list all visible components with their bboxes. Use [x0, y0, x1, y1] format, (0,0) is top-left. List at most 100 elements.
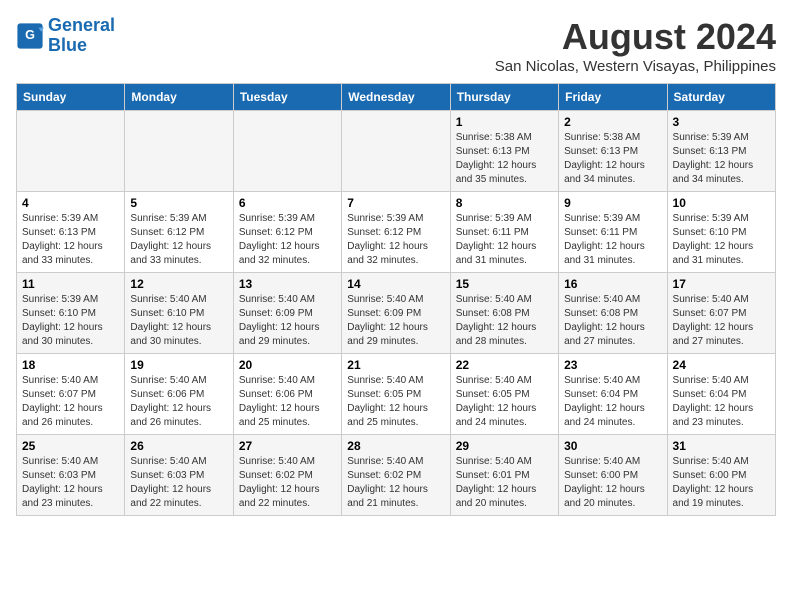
day-number: 25	[22, 439, 119, 453]
logo: G General Blue	[16, 16, 115, 56]
week-row-4: 18 Sunrise: 5:40 AM Sunset: 6:07 PM Dayli…	[17, 354, 776, 435]
calendar-cell: 6Sunrise: 5:39 AM Sunset: 6:12 PM Daylig…	[233, 192, 341, 273]
col-header-sunday: Sunday	[17, 84, 125, 111]
logo-line2: Blue	[48, 35, 87, 55]
day-number: 24	[673, 358, 770, 372]
day-number: 8	[456, 196, 553, 210]
calendar-cell	[342, 111, 450, 192]
day-number: 10	[673, 196, 770, 210]
col-header-monday: Monday	[125, 84, 233, 111]
day-number: 15	[456, 277, 553, 291]
logo-icon: G	[16, 22, 44, 50]
day-number: 29	[456, 439, 553, 453]
day-number: 20	[239, 358, 336, 372]
calendar-cell: 3 Sunrise: 5:39 AM Sunset: 6:13 PM Daylig…	[667, 111, 775, 192]
day-info: Sunrise: 5:38 AM Sunset: 6:13 PM Dayligh…	[456, 131, 553, 187]
day-info: Sunrise: 5:39 AM Sunset: 6:11 PM Dayligh…	[564, 212, 661, 268]
col-header-friday: Friday	[559, 84, 667, 111]
header-row: SundayMondayTuesdayWednesdayThursdayFrid…	[17, 84, 776, 111]
day-info: Sunrise: 5:39 AM Sunset: 6:13 PM Dayligh…	[22, 212, 119, 268]
calendar-cell: 4 Sunrise: 5:39 AM Sunset: 6:13 PM Daylig…	[17, 192, 125, 273]
day-info: Sunrise: 5:40 AM Sunset: 6:02 PM Dayligh…	[239, 455, 336, 511]
col-header-tuesday: Tuesday	[233, 84, 341, 111]
day-number: 16	[564, 277, 661, 291]
day-info: Sunrise: 5:40 AM Sunset: 6:05 PM Dayligh…	[456, 374, 553, 430]
calendar-cell: 19 Sunrise: 5:40 AM Sunset: 6:06 PM Dayli…	[125, 354, 233, 435]
day-info: Sunrise: 5:40 AM Sunset: 6:04 PM Dayligh…	[673, 374, 770, 430]
week-row-5: 25 Sunrise: 5:40 AM Sunset: 6:03 PM Dayli…	[17, 435, 776, 516]
calendar-cell: 29 Sunrise: 5:40 AM Sunset: 6:01 PM Dayli…	[450, 435, 558, 516]
logo-text: General Blue	[48, 16, 115, 56]
calendar-cell: 17Sunrise: 5:40 AM Sunset: 6:07 PM Dayli…	[667, 273, 775, 354]
day-info: Sunrise: 5:39 AM Sunset: 6:10 PM Dayligh…	[673, 212, 770, 268]
day-number: 3	[673, 115, 770, 129]
day-number: 12	[130, 277, 227, 291]
calendar-cell	[233, 111, 341, 192]
day-number: 1	[456, 115, 553, 129]
calendar-cell: 27Sunrise: 5:40 AM Sunset: 6:02 PM Dayli…	[233, 435, 341, 516]
day-number: 30	[564, 439, 661, 453]
day-info: Sunrise: 5:40 AM Sunset: 6:08 PM Dayligh…	[564, 293, 661, 349]
day-number: 5	[130, 196, 227, 210]
calendar-cell: 26 Sunrise: 5:40 AM Sunset: 6:03 PM Dayli…	[125, 435, 233, 516]
calendar-cell: 8Sunrise: 5:39 AM Sunset: 6:11 PM Daylig…	[450, 192, 558, 273]
calendar-cell: 13 Sunrise: 5:40 AM Sunset: 6:09 PM Dayli…	[233, 273, 341, 354]
calendar-cell	[125, 111, 233, 192]
svg-text:G: G	[25, 28, 35, 42]
day-info: Sunrise: 5:40 AM Sunset: 6:10 PM Dayligh…	[130, 293, 227, 349]
calendar-cell: 24 Sunrise: 5:40 AM Sunset: 6:04 PM Dayli…	[667, 354, 775, 435]
day-info: Sunrise: 5:39 AM Sunset: 6:12 PM Dayligh…	[130, 212, 227, 268]
day-info: Sunrise: 5:40 AM Sunset: 6:05 PM Dayligh…	[347, 374, 444, 430]
day-info: Sunrise: 5:40 AM Sunset: 6:01 PM Dayligh…	[456, 455, 553, 511]
title-block: August 2024 San Nicolas, Western Visayas…	[495, 16, 776, 75]
calendar-cell: 1 Sunrise: 5:38 AM Sunset: 6:13 PM Daylig…	[450, 111, 558, 192]
calendar-cell: 12 Sunrise: 5:40 AM Sunset: 6:10 PM Dayli…	[125, 273, 233, 354]
calendar-cell: 22Sunrise: 5:40 AM Sunset: 6:05 PM Dayli…	[450, 354, 558, 435]
day-number: 28	[347, 439, 444, 453]
calendar-cell: 9 Sunrise: 5:39 AM Sunset: 6:11 PM Daylig…	[559, 192, 667, 273]
day-number: 9	[564, 196, 661, 210]
day-info: Sunrise: 5:40 AM Sunset: 6:07 PM Dayligh…	[673, 293, 770, 349]
calendar-cell: 31Sunrise: 5:40 AM Sunset: 6:00 PM Dayli…	[667, 435, 775, 516]
calendar-cell: 28 Sunrise: 5:40 AM Sunset: 6:02 PM Dayli…	[342, 435, 450, 516]
day-info: Sunrise: 5:38 AM Sunset: 6:13 PM Dayligh…	[564, 131, 661, 187]
day-info: Sunrise: 5:40 AM Sunset: 6:02 PM Dayligh…	[347, 455, 444, 511]
day-number: 4	[22, 196, 119, 210]
day-number: 13	[239, 277, 336, 291]
day-info: Sunrise: 5:40 AM Sunset: 6:09 PM Dayligh…	[239, 293, 336, 349]
calendar-cell: 14Sunrise: 5:40 AM Sunset: 6:09 PM Dayli…	[342, 273, 450, 354]
day-info: Sunrise: 5:40 AM Sunset: 6:00 PM Dayligh…	[673, 455, 770, 511]
calendar-cell: 23 Sunrise: 5:40 AM Sunset: 6:04 PM Dayli…	[559, 354, 667, 435]
day-number: 23	[564, 358, 661, 372]
calendar-cell	[17, 111, 125, 192]
day-number: 11	[22, 277, 119, 291]
day-info: Sunrise: 5:40 AM Sunset: 6:03 PM Dayligh…	[130, 455, 227, 511]
calendar-table: SundayMondayTuesdayWednesdayThursdayFrid…	[16, 83, 776, 516]
day-info: Sunrise: 5:39 AM Sunset: 6:12 PM Dayligh…	[347, 212, 444, 268]
calendar-cell: 11 Sunrise: 5:39 AM Sunset: 6:10 PM Dayli…	[17, 273, 125, 354]
day-number: 18	[22, 358, 119, 372]
calendar-cell: 16 Sunrise: 5:40 AM Sunset: 6:08 PM Dayli…	[559, 273, 667, 354]
calendar-cell: 18 Sunrise: 5:40 AM Sunset: 6:07 PM Dayli…	[17, 354, 125, 435]
day-info: Sunrise: 5:40 AM Sunset: 6:07 PM Dayligh…	[22, 374, 119, 430]
col-header-wednesday: Wednesday	[342, 84, 450, 111]
day-number: 14	[347, 277, 444, 291]
header: G General Blue August 2024 San Nicolas, …	[16, 16, 776, 75]
day-info: Sunrise: 5:40 AM Sunset: 6:06 PM Dayligh…	[130, 374, 227, 430]
day-info: Sunrise: 5:40 AM Sunset: 6:00 PM Dayligh…	[564, 455, 661, 511]
calendar-cell: 20Sunrise: 5:40 AM Sunset: 6:06 PM Dayli…	[233, 354, 341, 435]
week-row-3: 11 Sunrise: 5:39 AM Sunset: 6:10 PM Dayli…	[17, 273, 776, 354]
day-info: Sunrise: 5:40 AM Sunset: 6:04 PM Dayligh…	[564, 374, 661, 430]
col-header-saturday: Saturday	[667, 84, 775, 111]
day-info: Sunrise: 5:40 AM Sunset: 6:08 PM Dayligh…	[456, 293, 553, 349]
day-number: 26	[130, 439, 227, 453]
calendar-cell: 25 Sunrise: 5:40 AM Sunset: 6:03 PM Dayli…	[17, 435, 125, 516]
calendar-cell: 30 Sunrise: 5:40 AM Sunset: 6:00 PM Dayli…	[559, 435, 667, 516]
day-number: 19	[130, 358, 227, 372]
day-info: Sunrise: 5:39 AM Sunset: 6:10 PM Dayligh…	[22, 293, 119, 349]
day-info: Sunrise: 5:40 AM Sunset: 6:03 PM Dayligh…	[22, 455, 119, 511]
day-number: 6	[239, 196, 336, 210]
day-number: 2	[564, 115, 661, 129]
day-info: Sunrise: 5:39 AM Sunset: 6:13 PM Dayligh…	[673, 131, 770, 187]
week-row-2: 4 Sunrise: 5:39 AM Sunset: 6:13 PM Daylig…	[17, 192, 776, 273]
